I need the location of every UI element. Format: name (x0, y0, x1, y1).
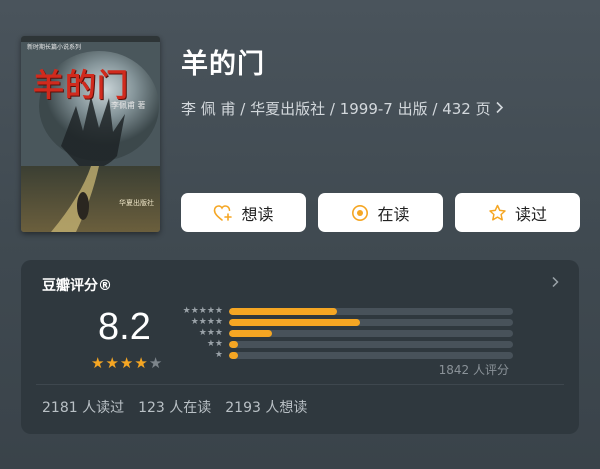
read-count: 2181 人读过 (42, 400, 125, 416)
distribution-row-3: ★★★ (178, 328, 513, 339)
star-empty-icon: ★ (148, 354, 163, 372)
distribution-bar-track (229, 330, 513, 337)
circle-dot-icon (351, 204, 369, 222)
cover-publisher-text: 华夏出版社 (119, 199, 154, 207)
star-filled-icon: ★ (119, 354, 134, 372)
book-cover[interactable]: 新时期长篇小说系列 羊的门 李佩甫 著 华夏出版社 (21, 36, 160, 232)
distribution-stars-icon: ★★★★ (190, 317, 223, 327)
reading-label: 在读 (377, 204, 410, 224)
distribution-stars-icon: ★★★★★ (182, 306, 223, 316)
distribution-bar-track (229, 319, 513, 326)
distribution-bar-track (229, 352, 513, 359)
distribution-bar-fill (229, 352, 238, 359)
book-meta[interactable]: 李 佩 甫 / 华夏出版社 / 1999-7 出版 / 432 页 (181, 98, 504, 119)
distribution-row-1: ★ (178, 350, 513, 361)
action-buttons: 想读 在读 读过 (181, 193, 580, 232)
star-outline-icon (488, 204, 507, 222)
book-title: 羊的门 (181, 49, 265, 80)
cover-title-text: 羊的门 (33, 68, 129, 104)
distribution-stars-icon: ★ (214, 350, 223, 360)
want-to-read-button[interactable]: 想读 (181, 193, 306, 232)
distribution-bar-fill (229, 308, 337, 315)
rating-title: 豆瓣评分® (42, 278, 112, 294)
want-count: 2193 人想读 (225, 400, 308, 416)
want-to-read-label: 想读 (241, 204, 274, 224)
chevron-right-icon (551, 274, 559, 292)
divider (36, 384, 564, 385)
heart-plus-icon (213, 204, 233, 222)
star-filled-icon: ★ (134, 354, 148, 372)
distribution-row-2: ★★ (178, 339, 513, 350)
distribution-bar-fill (229, 341, 238, 348)
reading-button[interactable]: 在读 (318, 193, 443, 232)
rating-count: 1842 人评分 (438, 363, 509, 377)
reading-count: 123 人在读 (138, 400, 212, 416)
rating-card[interactable]: 豆瓣评分® 8.2 ★ ★ ★ ★ ★ ★★★★★ ★★★★ ★★★ ★★ ★ 1842 人评分… (21, 260, 579, 434)
have-read-label: 读过 (514, 204, 547, 224)
distribution-bar-track (229, 341, 513, 348)
distribution-bar-track (229, 308, 513, 315)
book-meta-text: 李 佩 甫 / 华夏出版社 / 1999-7 出版 / 432 页 (181, 100, 491, 118)
distribution-bar-fill (229, 319, 360, 326)
distribution-stars-icon: ★★ (206, 339, 223, 349)
cover-author-text: 李佩甫 著 (111, 101, 146, 110)
reader-stats: 2181 人读过 123 人在读 2193 人想读 (42, 397, 307, 417)
rating-distribution: ★★★★★ ★★★★ ★★★ ★★ ★ (178, 306, 513, 361)
distribution-row-5: ★★★★★ (178, 306, 513, 317)
score-stars: ★ ★ ★ ★ ★ (91, 356, 162, 371)
star-filled-icon: ★ (91, 354, 105, 372)
distribution-stars-icon: ★★★ (198, 328, 223, 338)
cover-series-text: 新时期长篇小说系列 (27, 44, 82, 51)
star-filled-icon: ★ (105, 354, 119, 372)
chevron-right-icon (495, 100, 504, 118)
rating-score: 8.2 (98, 306, 151, 348)
distribution-row-4: ★★★★ (178, 317, 513, 328)
have-read-button[interactable]: 读过 (455, 193, 580, 232)
distribution-bar-fill (229, 330, 272, 337)
